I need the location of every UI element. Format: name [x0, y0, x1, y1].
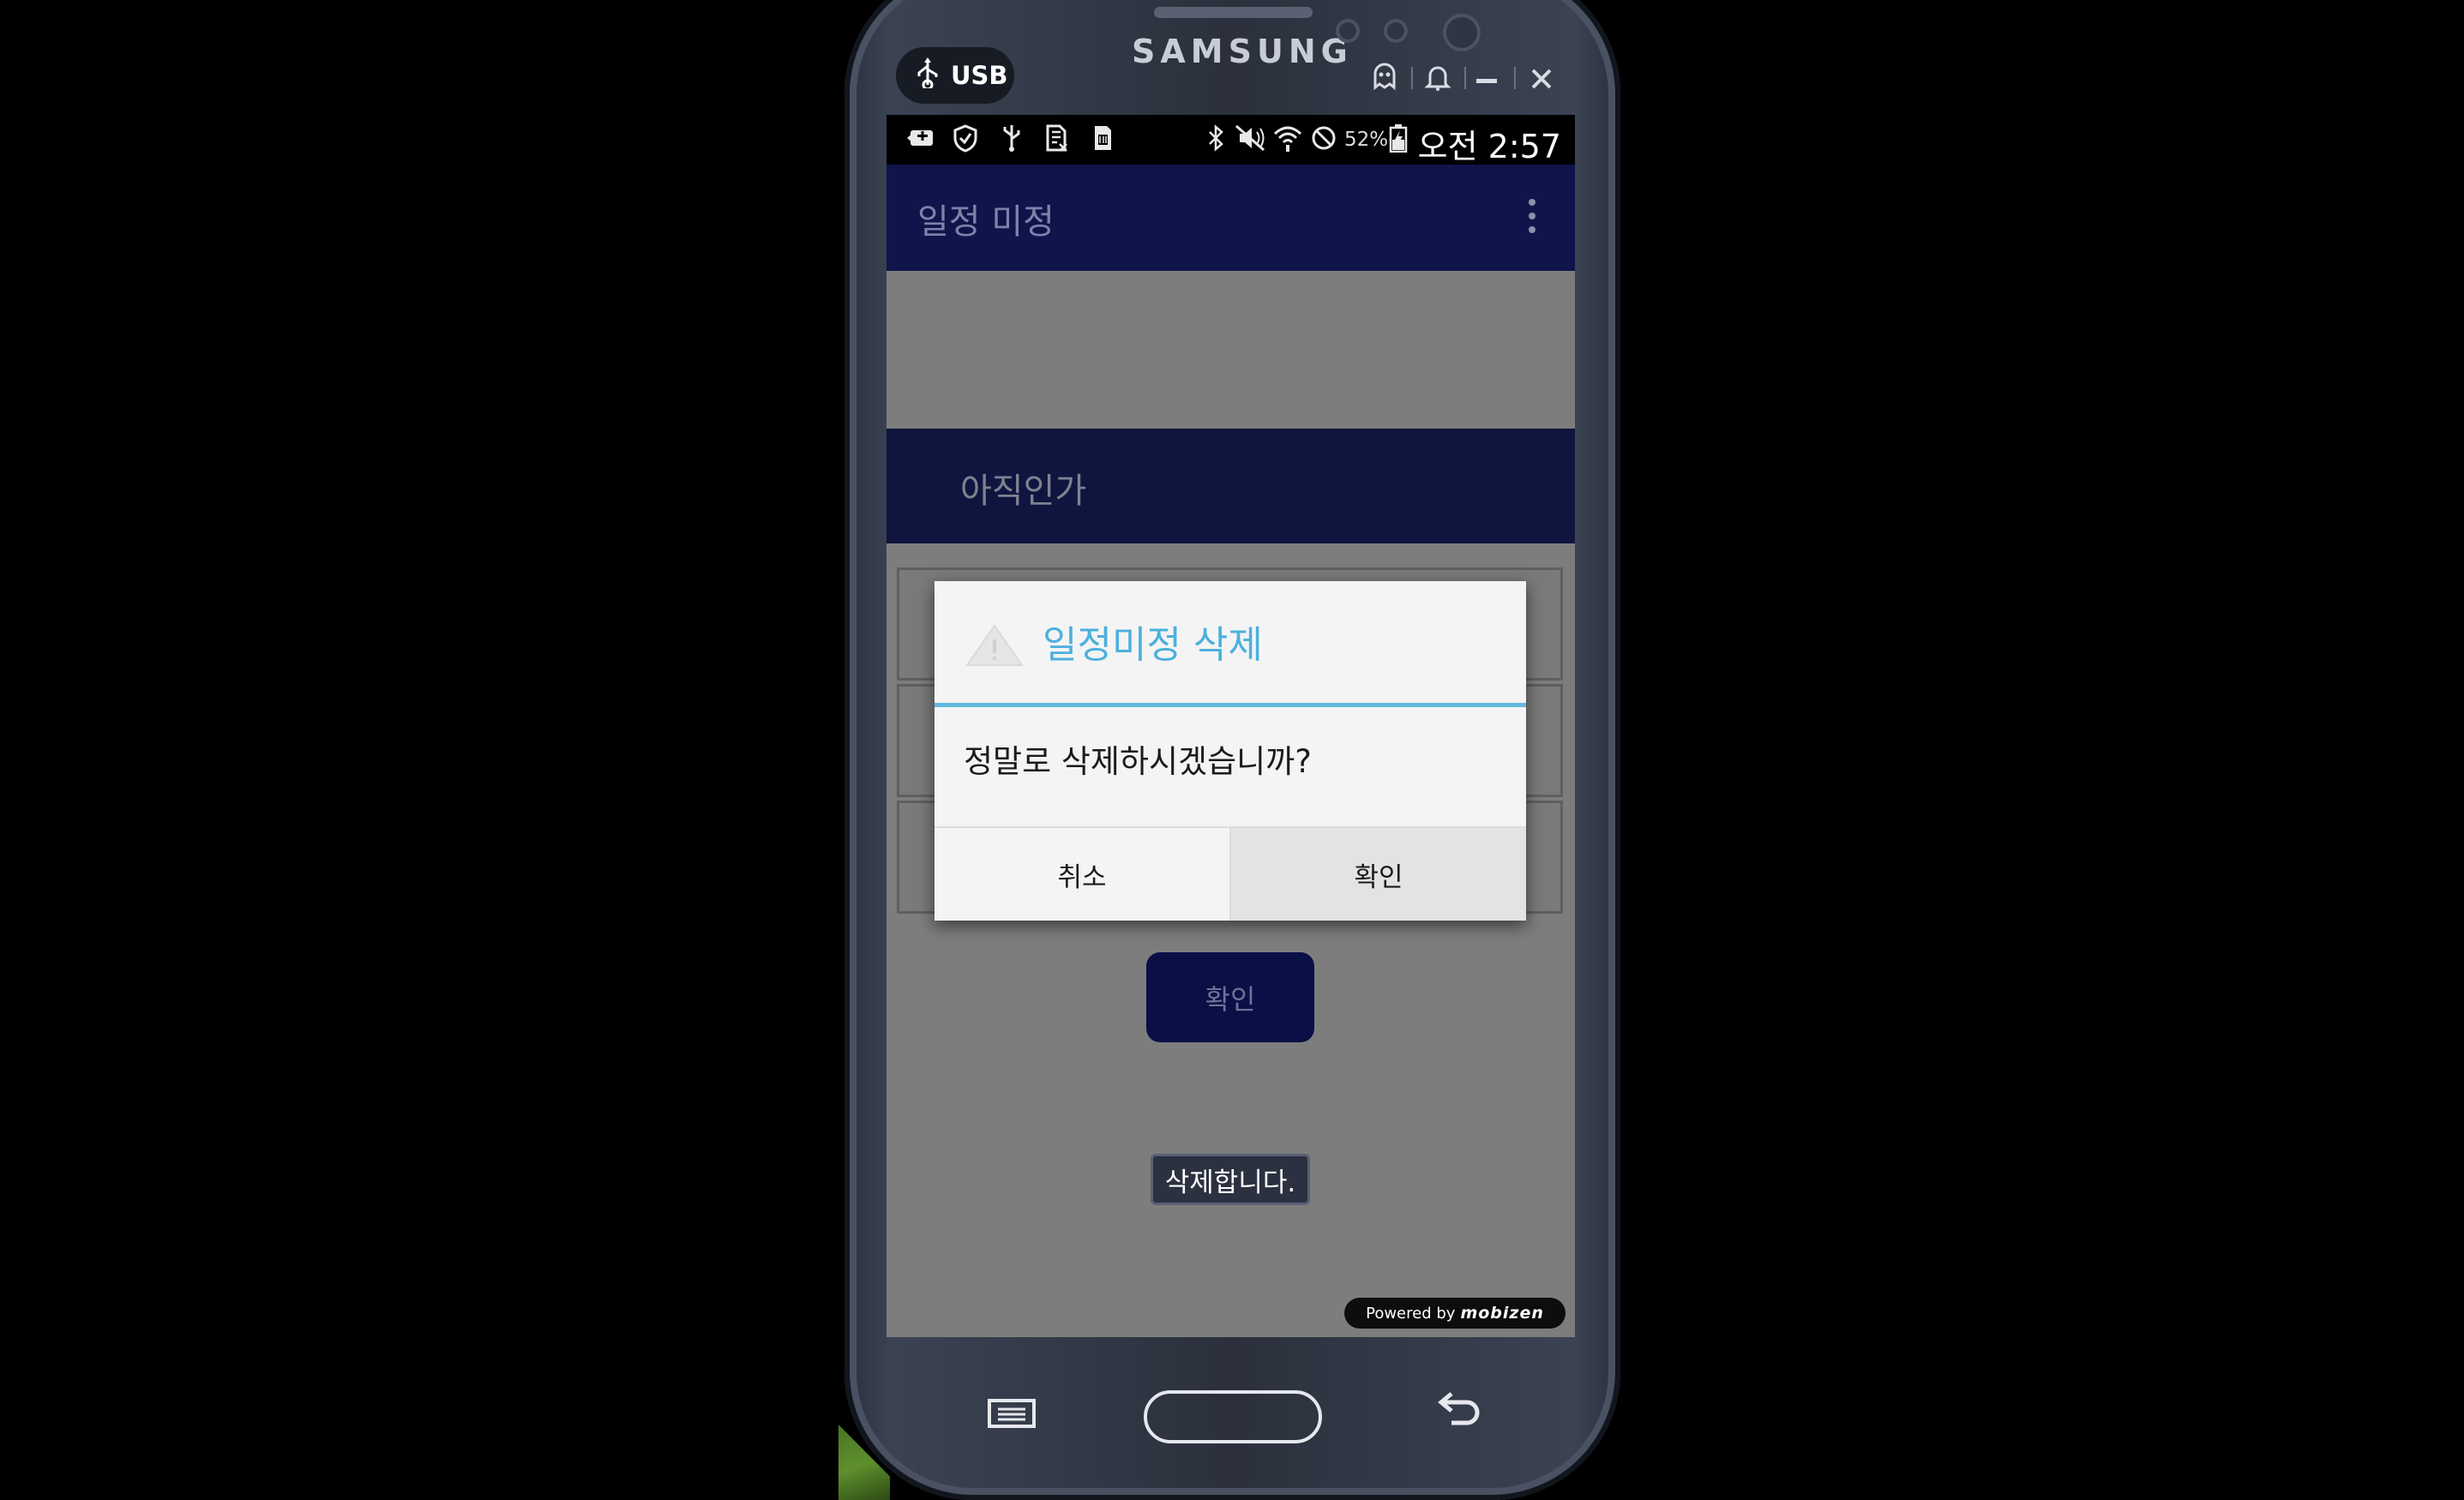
front-camera — [1443, 14, 1481, 51]
brand-logo: SAMSUNG — [1132, 33, 1353, 70]
toast-message: 삭제합니다. — [1151, 1154, 1310, 1205]
warning-icon — [964, 621, 1025, 670]
dialog-title-divider — [935, 703, 1526, 707]
sd-card-icon — [1043, 123, 1070, 153]
minimize-icon[interactable] — [1476, 79, 1497, 83]
usb-icon — [998, 123, 1025, 153]
light-sensor — [1384, 19, 1408, 43]
bluetooth-icon — [1202, 123, 1229, 153]
action-bar: 일정 미정 — [886, 165, 1575, 271]
status-time: 오전 2:57 — [1417, 128, 1561, 165]
mute-icon — [1235, 123, 1267, 153]
usb-icon — [915, 57, 941, 94]
confirm-button[interactable]: 확인 — [1146, 952, 1314, 1042]
battery-percent: 52% — [1344, 129, 1389, 151]
dialog-message: 정말로 삭제하시겠습니까? — [964, 743, 1312, 780]
status-bar: 52% 오전 2:57 — [886, 115, 1575, 165]
dialog-button-row: 취소 확인 — [935, 826, 1526, 922]
mobizen-logo: mobizen — [1460, 1304, 1544, 1323]
phone-screen: 52% 오전 2:57 일정 미정 아직인가 확인 삭제합니다. Powered… — [886, 115, 1575, 1337]
overflow-menu-icon[interactable] — [1517, 192, 1548, 243]
separator — [1411, 67, 1413, 89]
bell-icon[interactable] — [1423, 62, 1452, 99]
screenshot-icon — [907, 123, 935, 153]
proximity-sensor — [1336, 19, 1360, 43]
delete-dialog: 일정미정 삭제 정말로 삭제하시겠습니까? 취소 확인 — [935, 581, 1526, 921]
blocked-icon — [1310, 123, 1337, 153]
sim-icon — [1089, 123, 1116, 153]
close-icon[interactable] — [1529, 62, 1554, 99]
section-header: 아직인가 — [886, 429, 1575, 543]
back-key-icon[interactable] — [1436, 1387, 1481, 1437]
watermark-prefix: Powered by — [1366, 1304, 1456, 1323]
ok-button[interactable]: 확인 — [1231, 828, 1526, 921]
home-button[interactable] — [1144, 1390, 1322, 1443]
mobizen-watermark: Powered by mobizen — [1344, 1298, 1566, 1329]
battery-icon — [1387, 123, 1409, 153]
dialog-title: 일정미정 삭제 — [1043, 623, 1263, 667]
earpiece-speaker — [1154, 7, 1313, 18]
ghost-icon[interactable] — [1370, 62, 1399, 99]
usb-connection-badge[interactable]: USB — [896, 47, 1014, 104]
separator — [1514, 67, 1516, 89]
shield-icon — [952, 123, 979, 153]
page-title: 일정 미정 — [917, 202, 1055, 242]
wifi-icon — [1272, 123, 1303, 153]
cancel-button[interactable]: 취소 — [935, 828, 1229, 921]
section-header-label: 아직인가 — [960, 471, 1087, 511]
menu-key-icon[interactable] — [988, 1399, 1036, 1428]
usb-label: USB — [951, 61, 1008, 90]
separator — [1464, 67, 1466, 89]
